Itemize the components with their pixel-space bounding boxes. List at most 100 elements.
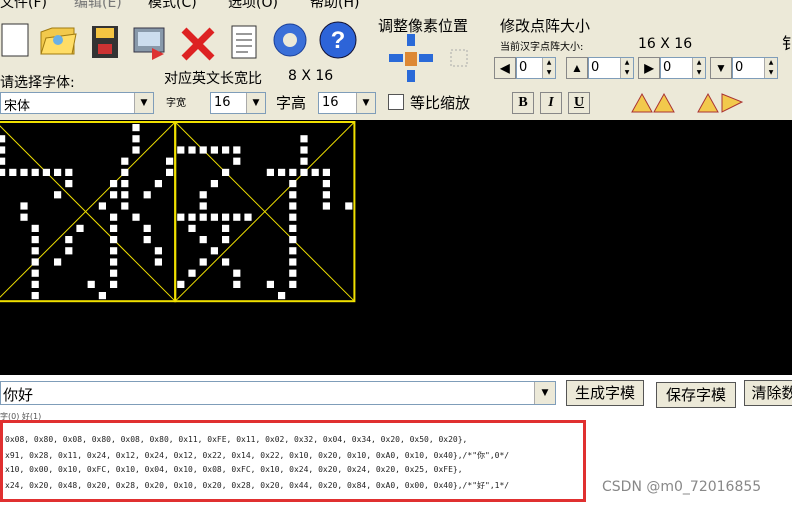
glyph-dot[interactable]: [110, 280, 118, 288]
glyph-dot[interactable]: [311, 168, 319, 176]
glyph-dot[interactable]: [65, 247, 73, 255]
height-select[interactable]: 16 ▼: [318, 92, 376, 114]
glyph-dot[interactable]: [132, 213, 140, 221]
glyph-dot[interactable]: [143, 236, 151, 244]
glyph-dot[interactable]: [143, 224, 151, 232]
glyph-dot[interactable]: [210, 180, 218, 188]
glyph-dot[interactable]: [300, 146, 308, 154]
italic-button[interactable]: I: [540, 92, 562, 114]
glyph-dot[interactable]: [20, 213, 28, 221]
width-select[interactable]: 16 ▼: [210, 92, 266, 114]
glyph-dot[interactable]: [110, 180, 118, 188]
glyph-dot[interactable]: [0, 146, 6, 154]
glyph-dot[interactable]: [210, 247, 218, 255]
glyph-dot[interactable]: [289, 202, 297, 210]
glyph-dot[interactable]: [222, 224, 230, 232]
document-icon[interactable]: [226, 22, 266, 62]
glyph-dot[interactable]: [65, 168, 73, 176]
glyph-dot[interactable]: [132, 124, 140, 132]
chevron-down-icon[interactable]: ▼: [134, 93, 153, 113]
clear-button[interactable]: 清除数: [744, 380, 792, 406]
shrink-right-icon[interactable]: ▶: [638, 57, 660, 79]
glyph-dot[interactable]: [289, 236, 297, 244]
glyph-dot[interactable]: [289, 168, 297, 176]
glyph-dot[interactable]: [199, 146, 207, 154]
help-icon[interactable]: ?: [318, 20, 358, 60]
mirror-icon[interactable]: [694, 90, 748, 114]
glyph-dot[interactable]: [31, 168, 39, 176]
glyph-dot[interactable]: [76, 224, 84, 232]
glyph-dot[interactable]: [300, 168, 308, 176]
glyph-dot[interactable]: [31, 247, 39, 255]
glyph-dot[interactable]: [199, 258, 207, 266]
glyph-dot[interactable]: [31, 280, 39, 288]
glyph-dot[interactable]: [65, 236, 73, 244]
save-font-button[interactable]: 保存字模: [656, 382, 736, 408]
top-spin[interactable]: 0 ▲ ▼: [588, 57, 634, 79]
glyph-dot[interactable]: [177, 280, 185, 288]
glyph-dot[interactable]: [110, 191, 118, 199]
code-output[interactable]: 0x08, 0x80, 0x08, 0x80, 0x08, 0x80, 0x11…: [0, 420, 586, 502]
glyph-dot[interactable]: [154, 247, 162, 255]
glyph-dot[interactable]: [289, 213, 297, 221]
proportional-checkbox[interactable]: [388, 94, 404, 110]
glyph-dot[interactable]: [121, 157, 129, 165]
glyph-dot[interactable]: [199, 202, 207, 210]
glyph-dot[interactable]: [322, 180, 330, 188]
glyph-dot[interactable]: [65, 180, 73, 188]
glyph-dot[interactable]: [110, 258, 118, 266]
shrink-bottom-icon[interactable]: ▼: [710, 57, 732, 79]
glyph-dot[interactable]: [87, 280, 95, 288]
glyph-dot[interactable]: [289, 191, 297, 199]
glyph-dot[interactable]: [233, 157, 241, 165]
text-input[interactable]: 你好 ▼: [0, 381, 556, 405]
delete-x-icon[interactable]: [178, 24, 218, 64]
gear-icon[interactable]: [270, 20, 310, 60]
glyph-dot[interactable]: [121, 191, 129, 199]
glyph-dot[interactable]: [188, 146, 196, 154]
glyph-dot[interactable]: [278, 292, 286, 300]
glyph-dot[interactable]: [31, 236, 39, 244]
glyph-dot[interactable]: [222, 146, 230, 154]
glyph-dot[interactable]: [31, 292, 39, 300]
glyph-dot[interactable]: [9, 168, 17, 176]
glyph-dot[interactable]: [188, 213, 196, 221]
glyph-dot[interactable]: [154, 180, 162, 188]
glyph-dot[interactable]: [110, 213, 118, 221]
glyph-dot[interactable]: [0, 168, 6, 176]
glyph-dot[interactable]: [300, 135, 308, 143]
glyph-dot[interactable]: [266, 168, 274, 176]
glyph-dot[interactable]: [199, 213, 207, 221]
open-folder-icon[interactable]: [38, 20, 78, 60]
glyph-dot[interactable]: [42, 168, 50, 176]
glyph-dot[interactable]: [199, 236, 207, 244]
glyph-dot[interactable]: [132, 135, 140, 143]
glyph-dot[interactable]: [244, 213, 252, 221]
glyph-dot[interactable]: [222, 258, 230, 266]
glyph-dot[interactable]: [233, 269, 241, 277]
chevron-down-icon[interactable]: ▼: [246, 93, 265, 113]
glyph-dot[interactable]: [154, 258, 162, 266]
glyph-dot[interactable]: [278, 168, 286, 176]
export-icon[interactable]: [130, 22, 170, 62]
glyph-dot[interactable]: [121, 168, 129, 176]
glyph-dot[interactable]: [289, 247, 297, 255]
glyph-dot[interactable]: [322, 168, 330, 176]
glyph-dot[interactable]: [177, 213, 185, 221]
glyph-dot[interactable]: [54, 168, 62, 176]
generate-button[interactable]: 生成字模: [566, 380, 644, 406]
glyph-dot[interactable]: [98, 292, 106, 300]
glyph-dot[interactable]: [222, 168, 230, 176]
glyph-dot[interactable]: [322, 202, 330, 210]
glyph-dot[interactable]: [110, 247, 118, 255]
glyph-dot[interactable]: [345, 202, 353, 210]
glyph-dot[interactable]: [222, 213, 230, 221]
glyph-dot[interactable]: [166, 157, 174, 165]
dot-matrix-canvas[interactable]: [0, 120, 792, 375]
glyph-dot[interactable]: [188, 269, 196, 277]
left-spin[interactable]: 0 ▲ ▼: [516, 57, 556, 79]
glyph-dot[interactable]: [322, 191, 330, 199]
glyph-dot[interactable]: [20, 168, 28, 176]
glyph-dot[interactable]: [166, 168, 174, 176]
glyph-dot[interactable]: [177, 146, 185, 154]
